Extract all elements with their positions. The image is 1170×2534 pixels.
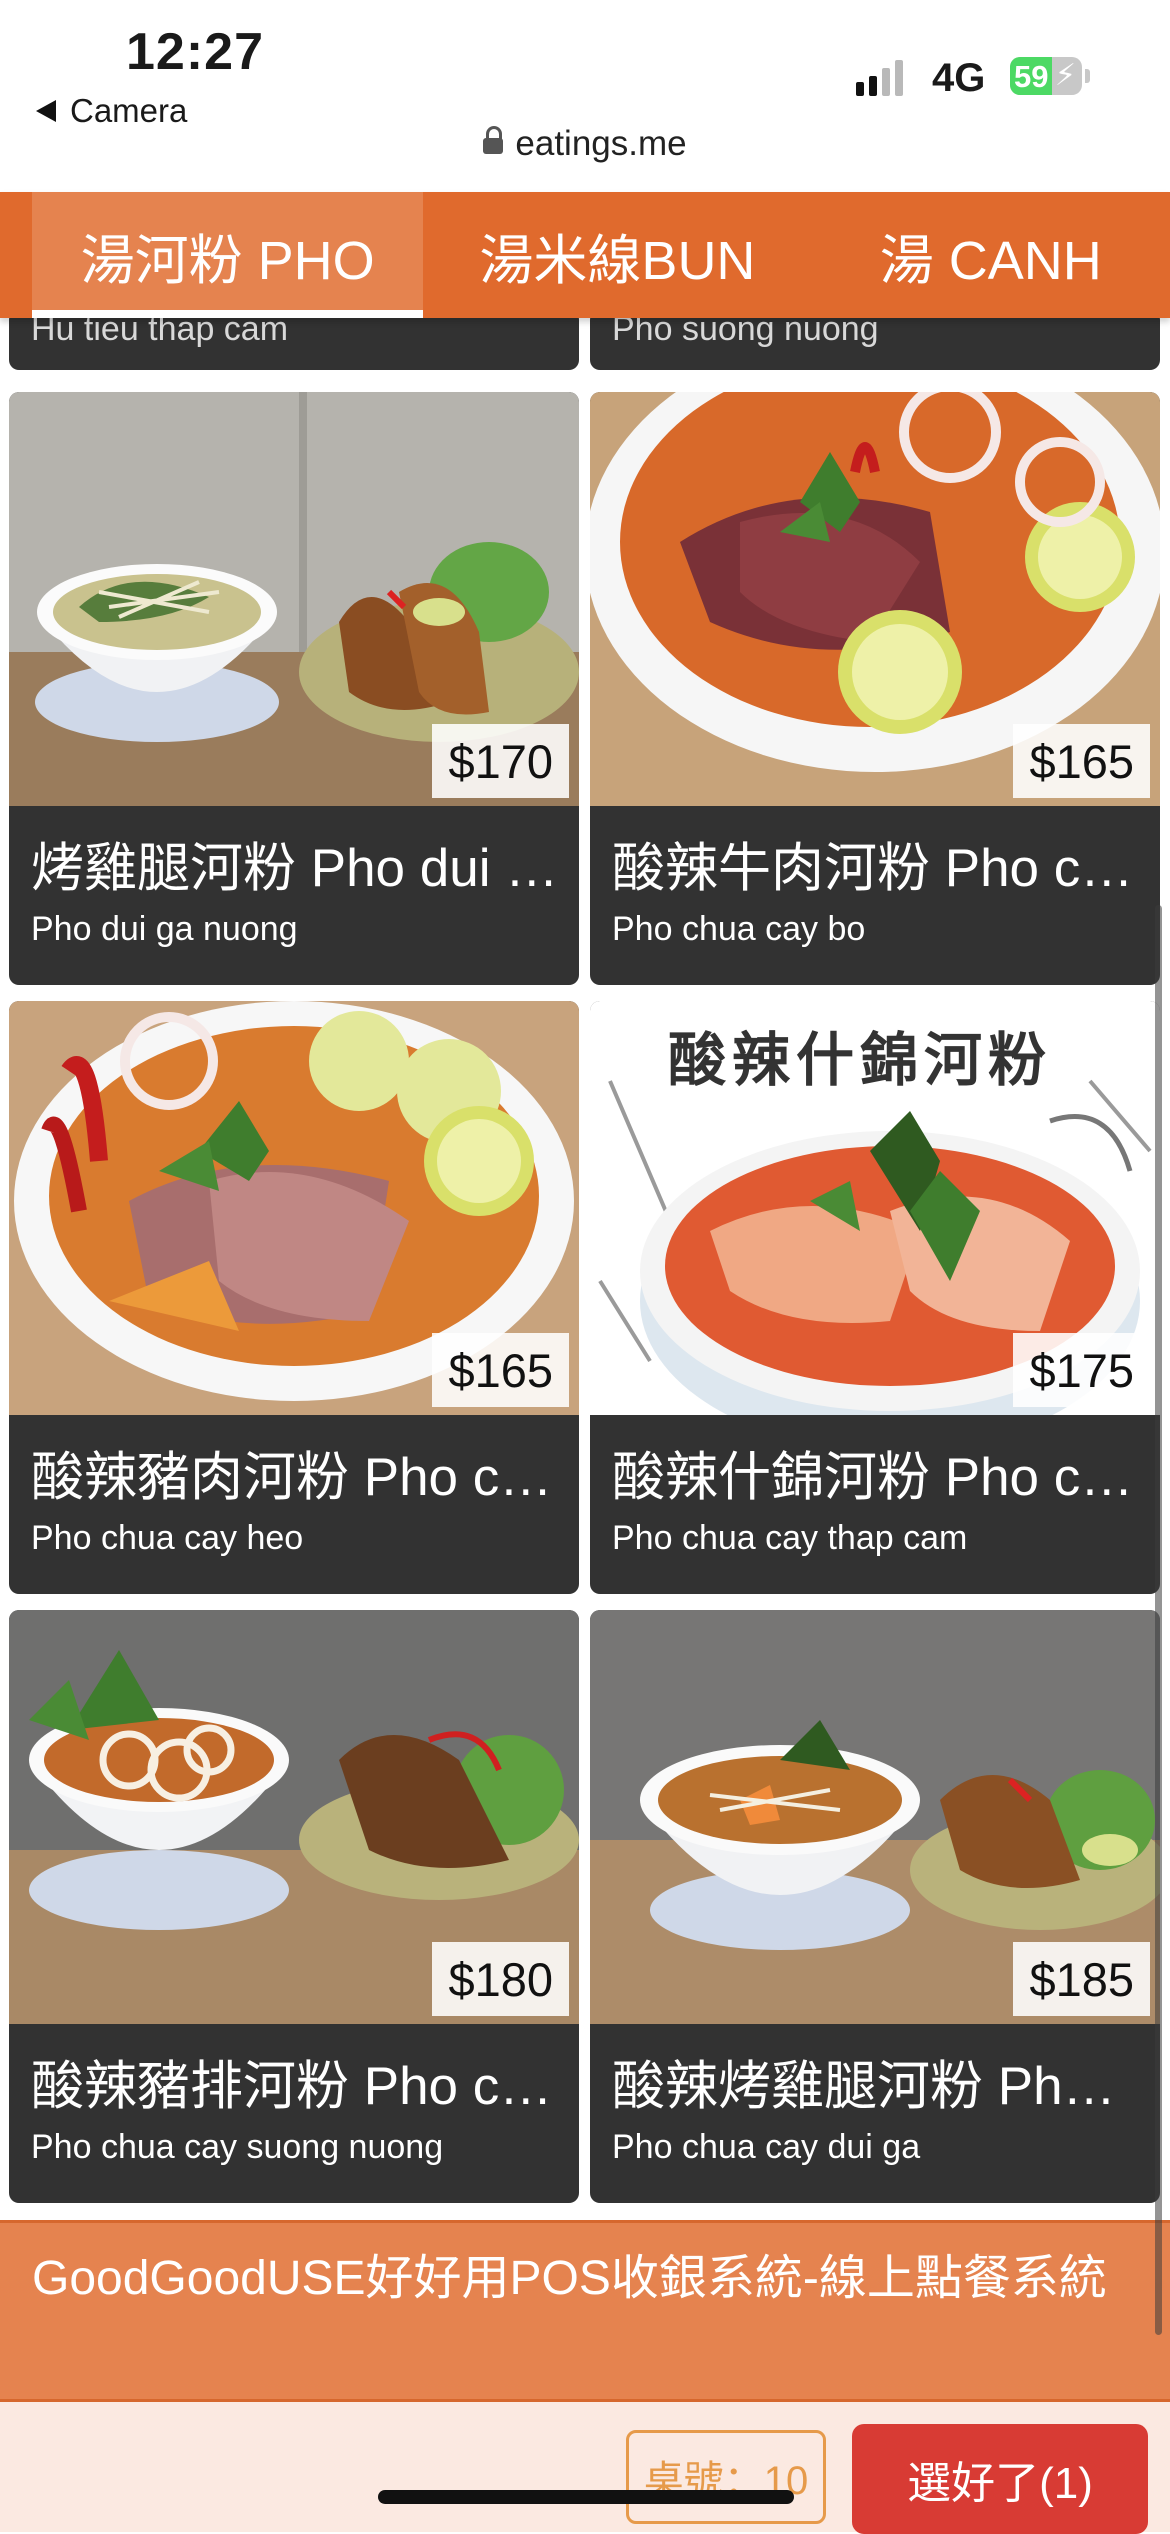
status-bar: 12:27 Camera 4G 59 ⚡ eatings.me (0, 0, 1170, 192)
back-triangle-icon (36, 100, 56, 122)
item-subtitle: Pho chua cay heo (31, 1519, 304, 1557)
menu-grid: Hu tieu thap cam Pho suong nuong $170 烤雞… (0, 318, 1170, 2220)
tab-canh[interactable]: 湯 CANH (812, 192, 1170, 318)
battery-percent: 59 (1014, 59, 1049, 94)
menu-card[interactable]: $165 酸辣豬肉河粉 Pho chua cay heo Pho chua ca… (9, 1001, 579, 1594)
item-price: $180 (432, 1942, 569, 2016)
scrollbar[interactable] (1155, 905, 1162, 2335)
photo-caption: 酸辣什錦河粉 (668, 1028, 1053, 1093)
menu-card[interactable]: 酸辣什錦河粉 $175 酸辣什錦河粉 Pho chua cay thap cam… (590, 1001, 1160, 1594)
menu-card[interactable]: $185 酸辣烤雞腿河粉 Pho chua cay dui ga Pho chu… (590, 1610, 1160, 2203)
category-tab-bar: 湯河粉 PHO 湯米線BUN 湯 CANH (0, 192, 1170, 318)
item-title: 烤雞腿河粉 Pho dui ga nuong (31, 839, 561, 898)
menu-card-partial[interactable]: Hu tieu thap cam (9, 318, 579, 370)
item-subtitle: Pho chua cay suong nuong (31, 2128, 444, 2166)
item-price: $185 (1013, 1942, 1150, 2016)
item-price: $165 (432, 1333, 569, 1407)
item-price: $175 (1013, 1333, 1150, 1407)
tab-pho[interactable]: 湯河粉 PHO (32, 192, 424, 318)
menu-card-partial[interactable]: Pho suong nuong (590, 318, 1160, 370)
item-subtitle: Hu tieu thap cam (31, 318, 289, 348)
table-number-badge: 桌號：10 (626, 2430, 826, 2524)
battery-cap (1085, 69, 1090, 83)
item-price: $170 (432, 724, 569, 798)
item-title: 酸辣什錦河粉 Pho chua cay thap cam (612, 1448, 1142, 1507)
item-subtitle: Pho chua cay bo (612, 910, 866, 948)
item-title: 酸辣豬肉河粉 Pho chua cay heo (31, 1448, 561, 1507)
home-indicator[interactable] (378, 2490, 794, 2504)
item-subtitle: Pho dui ga nuong (31, 910, 298, 948)
done-selecting-button[interactable]: 選好了(1) (852, 2424, 1148, 2534)
menu-card[interactable]: $180 酸辣豬排河粉 Pho chua cay suong nuong Pho… (9, 1610, 579, 2203)
charging-bolt-icon: ⚡ (1054, 59, 1076, 92)
item-title: 酸辣烤雞腿河粉 Pho chua cay dui ga (612, 2057, 1142, 2116)
pos-system-banner[interactable]: GoodGoodUSE好好用POS收銀系統-線上點餐系統 (0, 2220, 1170, 2402)
url-bar[interactable]: eatings.me (0, 124, 1170, 164)
order-footer: 桌號：10 選好了(1) (0, 2402, 1170, 2534)
menu-card[interactable]: $165 酸辣牛肉河粉 Pho chua cay bo Pho chua cay… (590, 392, 1160, 985)
tab-bun[interactable]: 湯米線BUN (423, 192, 811, 318)
item-price: $165 (1013, 724, 1150, 798)
menu-card[interactable]: $170 烤雞腿河粉 Pho dui ga nuong Pho dui ga n… (9, 392, 579, 985)
signal-icon (856, 58, 903, 96)
banner-text: GoodGoodUSE好好用POS收銀系統-線上點餐系統 (32, 2252, 1107, 2305)
item-title: 酸辣牛肉河粉 Pho chua cay bo (612, 839, 1142, 898)
item-subtitle: Pho chua cay dui ga (612, 2128, 921, 2166)
status-time: 12:27 (126, 23, 264, 81)
item-title: 酸辣豬排河粉 Pho chua cay suong nuong (31, 2057, 561, 2116)
lock-icon (483, 126, 504, 159)
item-subtitle: Pho chua cay thap cam (612, 1519, 968, 1557)
battery-icon: 59 ⚡ (1010, 57, 1082, 95)
network-type: 4G (932, 56, 986, 100)
item-subtitle: Pho suong nuong (612, 318, 879, 348)
url-text: eatings.me (515, 124, 687, 163)
